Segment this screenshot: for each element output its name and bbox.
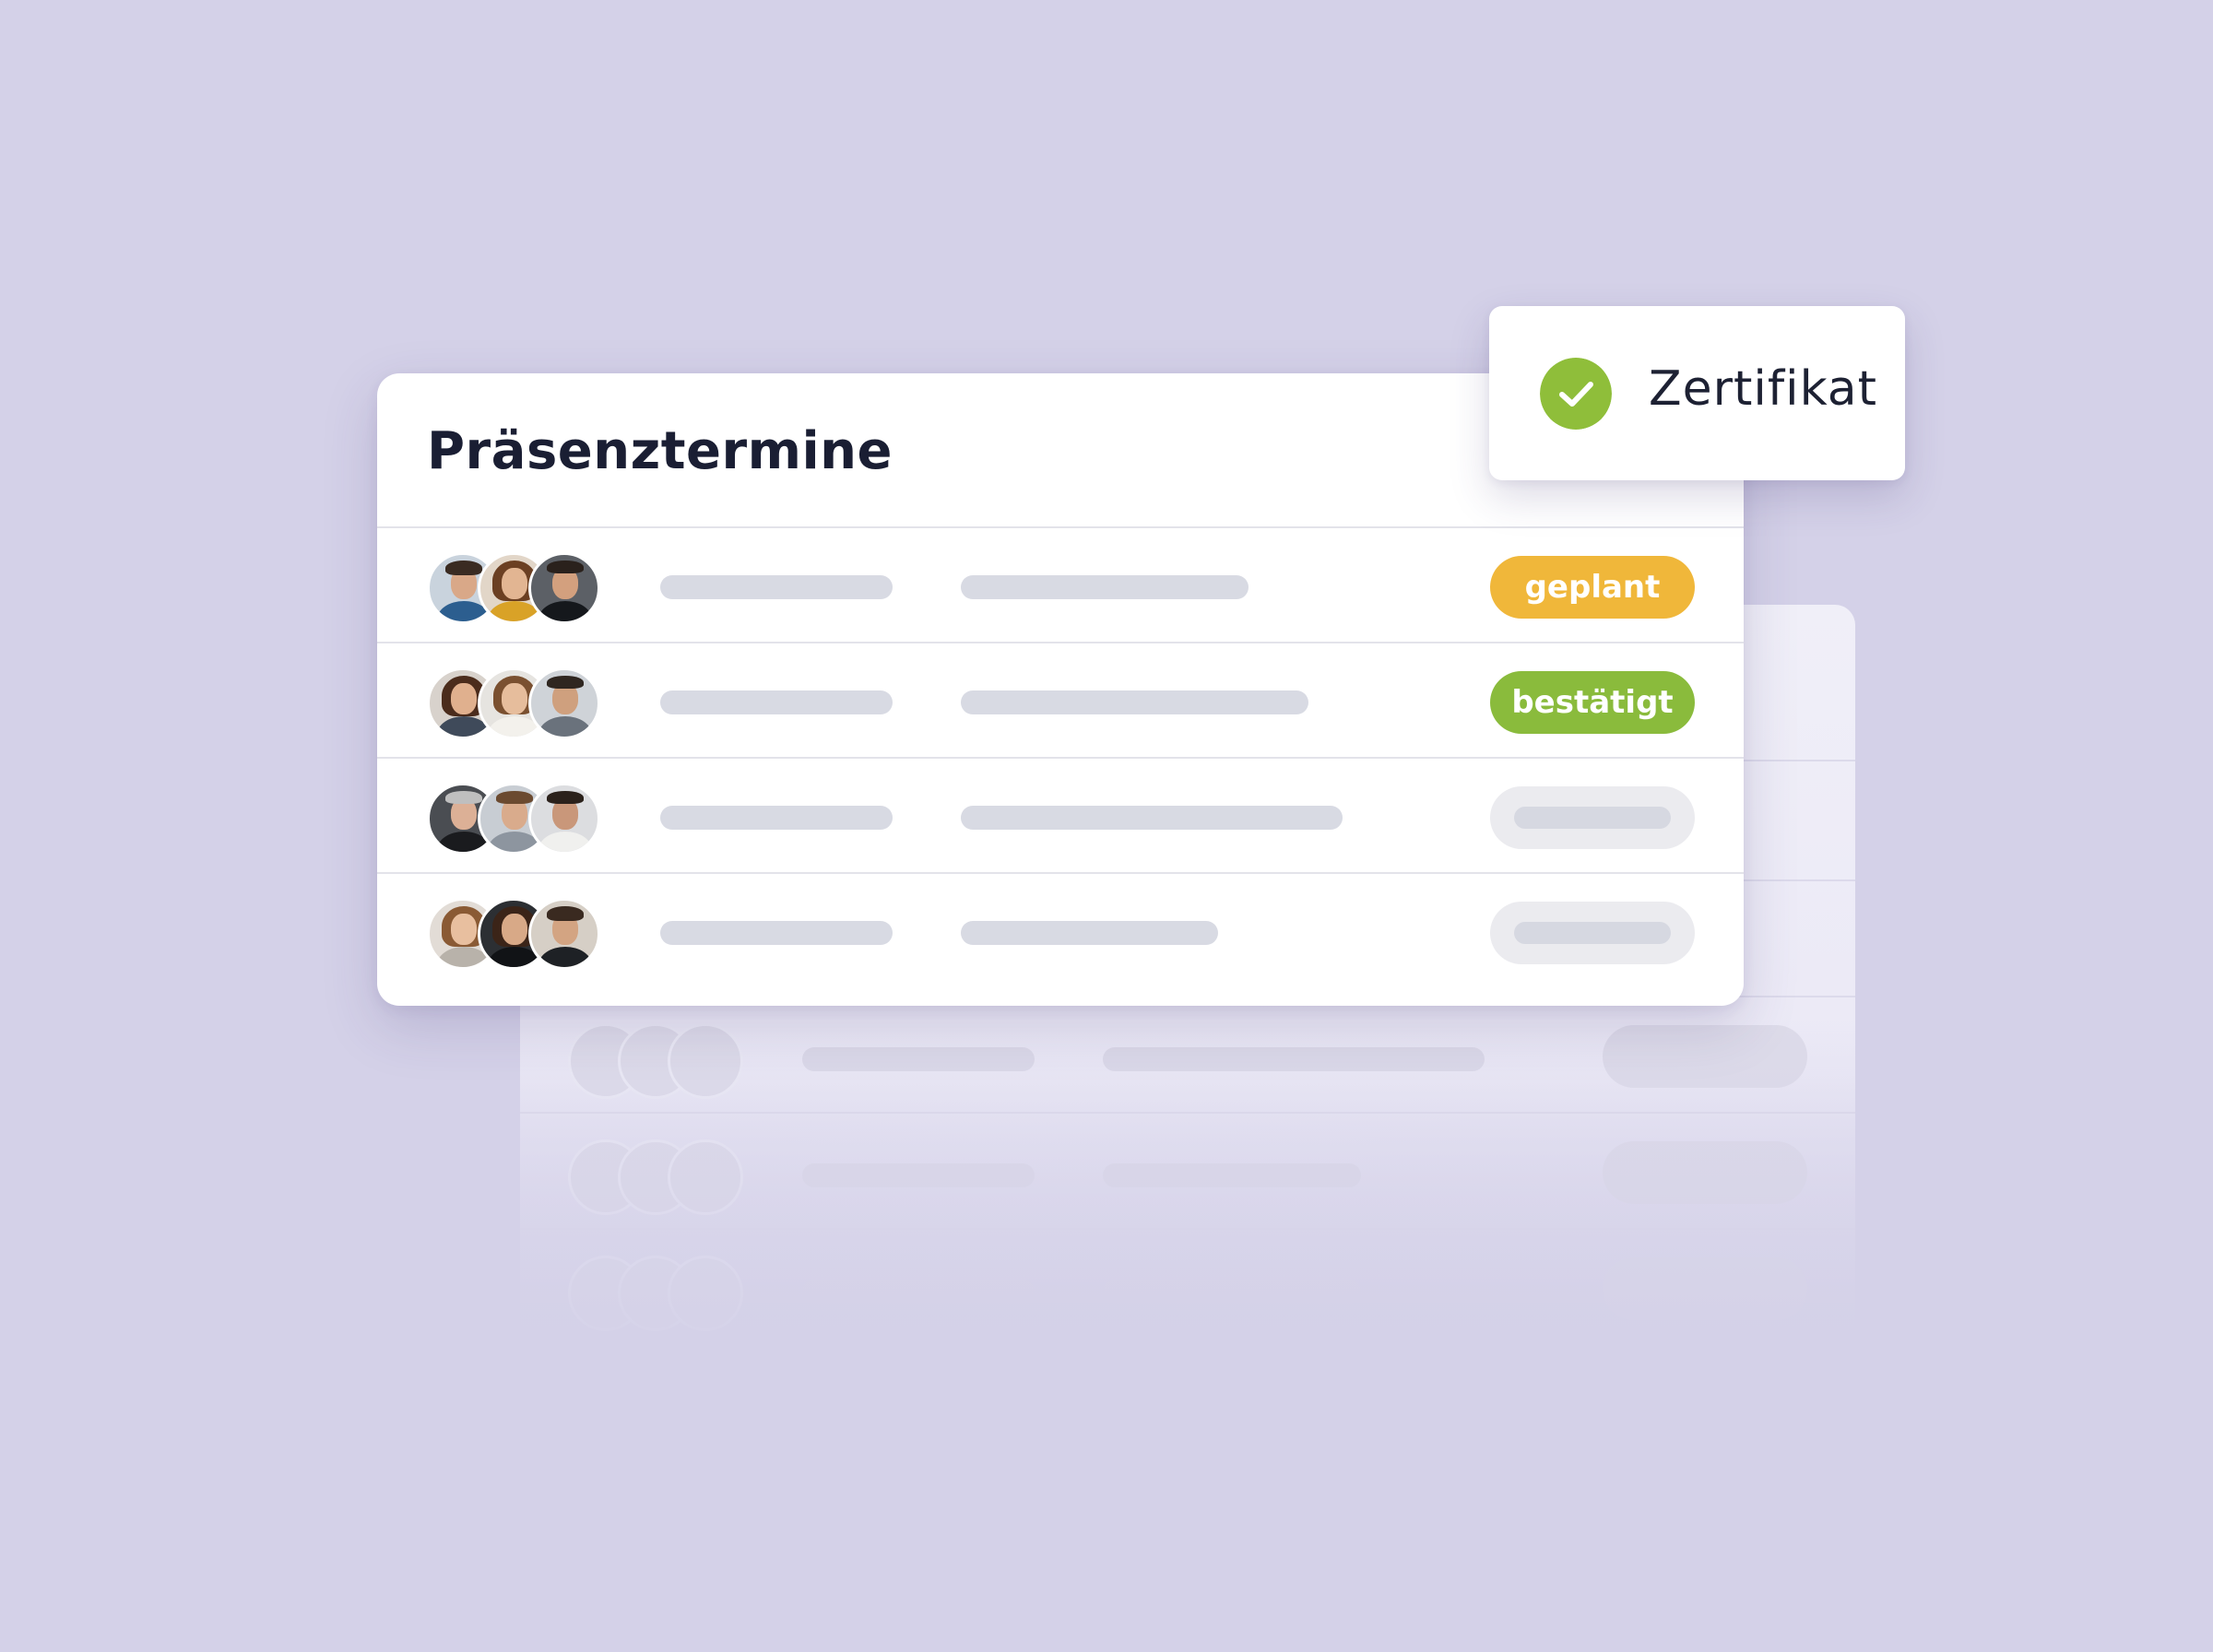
placeholder-bar [660,690,893,714]
status-badge: bestätigt [1490,671,1695,734]
placeholder-bar [660,921,893,945]
avatar-group [427,783,602,855]
status-badge-placeholder [1490,902,1695,964]
avatar-group [427,667,602,739]
table-row[interactable]: bestätigt [377,642,1744,758]
check-circle-icon [1540,358,1612,430]
placeholder-bar [660,575,893,599]
status-badge: geplant [1490,556,1695,619]
avatar [528,667,600,739]
avatar [528,783,600,855]
status-badge-placeholder [1490,786,1695,849]
avatar-group [427,898,602,970]
avatar-group [427,552,602,624]
placeholder-bar [961,575,1249,599]
placeholder-bar [961,921,1218,945]
table-row[interactable]: geplant [377,526,1744,643]
avatar [528,552,600,624]
table-row[interactable] [377,872,1744,988]
certificate-notification[interactable]: Zertifikat [1489,306,1905,480]
certificate-label: Zertifikat [1649,361,1878,417]
placeholder-bar [961,806,1343,830]
card-title: Präsenztermine [427,421,893,481]
avatar [528,898,600,970]
placeholder-bar [660,806,893,830]
placeholder-bar [961,690,1308,714]
table-row[interactable] [377,757,1744,873]
